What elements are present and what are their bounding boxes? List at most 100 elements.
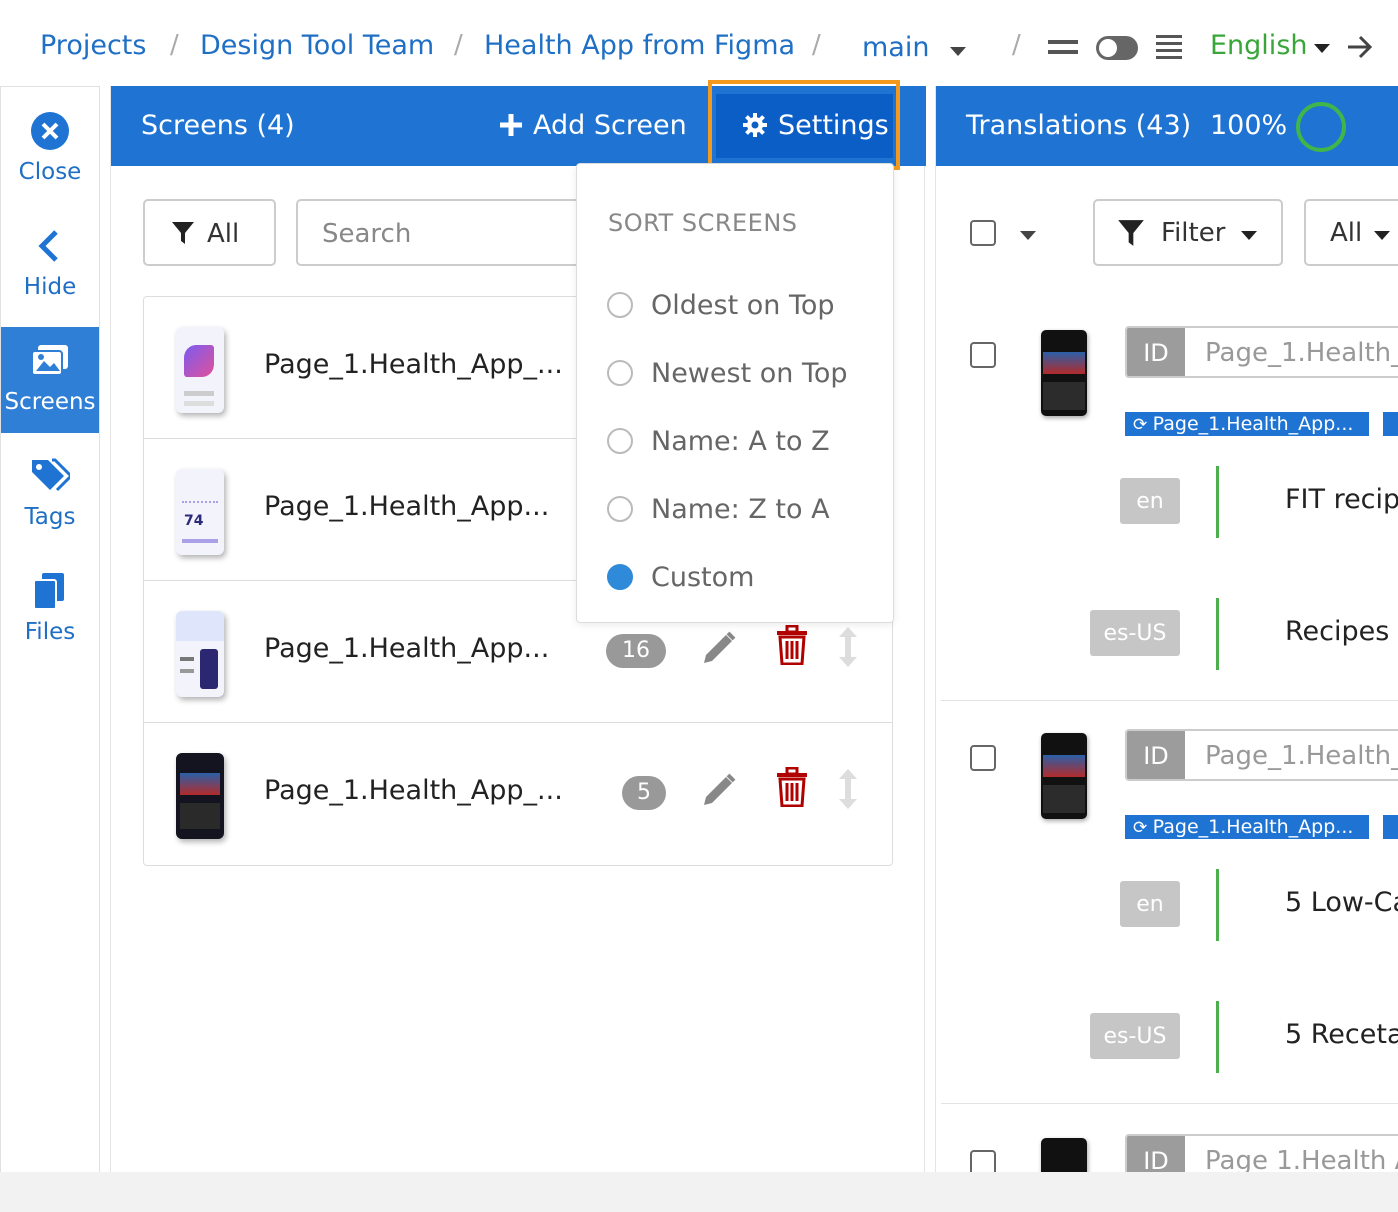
sort-option-name-asc[interactable]: Name: A to Z	[607, 426, 830, 457]
status-bar	[1216, 598, 1219, 670]
tags-icon	[32, 458, 70, 492]
translation-text[interactable]: FIT recipe	[1285, 484, 1398, 515]
radio-button[interactable]	[607, 496, 633, 522]
string-id-field[interactable]: ID Page_1.Health_A	[1125, 326, 1398, 378]
edit-pencil-icon[interactable]	[700, 771, 738, 809]
id-label: ID	[1127, 731, 1185, 779]
id-label: ID	[1127, 328, 1185, 376]
compact-view-icon[interactable]	[1048, 40, 1078, 56]
language-badge: en	[1120, 881, 1180, 927]
filter-dropdown-button[interactable]: Filter	[1093, 199, 1283, 266]
sync-icon: ⟳	[1133, 818, 1153, 838]
sync-icon: ⟳	[1133, 415, 1153, 435]
arrow-right-icon[interactable]	[1346, 34, 1374, 60]
chevron-left-icon	[38, 230, 58, 262]
breadcrumb-project[interactable]: Health App from Figma	[484, 30, 795, 61]
list-view-icon[interactable]	[1156, 35, 1182, 61]
breadcrumb-projects[interactable]: Projects	[40, 30, 146, 61]
screen-name: Page_1.Health_App...	[264, 633, 550, 664]
sort-option-label: Newest on Top	[651, 358, 848, 389]
sort-option-name-desc[interactable]: Name: Z to A	[607, 494, 830, 525]
filter-all-label: All	[207, 219, 240, 249]
entry-checkbox[interactable]	[970, 745, 996, 771]
radio-button[interactable]	[607, 292, 633, 318]
radio-button[interactable]	[607, 360, 633, 386]
scope-dropdown-button[interactable]: All	[1304, 199, 1398, 266]
rail-close-label: Close	[18, 159, 82, 185]
radio-button-selected[interactable]	[607, 564, 633, 590]
translation-text[interactable]: Recipes c	[1285, 616, 1398, 647]
radio-button[interactable]	[607, 428, 633, 454]
screen-thumbnail	[176, 327, 224, 413]
sort-option-oldest[interactable]: Oldest on Top	[607, 290, 835, 321]
translation-entry: ID Page_1.Health_A ⟳ Page_1.Health_App..…	[941, 701, 1398, 1104]
chevron-down-icon	[1374, 231, 1390, 240]
sort-option-custom[interactable]: Custom	[607, 562, 754, 593]
select-all-checkbox[interactable]	[970, 220, 996, 246]
translations-title: Translations (43)	[966, 110, 1192, 141]
sort-option-newest[interactable]: Newest on Top	[607, 358, 848, 389]
settings-label: Settings	[778, 110, 889, 141]
edit-pencil-icon[interactable]	[700, 629, 738, 667]
drag-handle-icon[interactable]	[838, 767, 858, 811]
screen-tag-label: Page_1.Health_App...	[1152, 816, 1354, 838]
trash-icon[interactable]	[776, 625, 808, 665]
screen-name: Page_1.Health_App...	[264, 491, 550, 522]
translation-text[interactable]: 5 Recetas	[1285, 1019, 1398, 1050]
entry-checkbox[interactable]	[970, 342, 996, 368]
filter-icon	[172, 222, 194, 244]
screen-tag[interactable]	[1383, 815, 1398, 839]
window-bottom-edge	[0, 1172, 1398, 1212]
chevron-down-icon[interactable]	[1314, 44, 1330, 53]
rail-close[interactable]: Close	[1, 97, 99, 203]
close-circle-icon	[31, 112, 69, 150]
rail-screens-label: Screens	[4, 389, 96, 415]
breadcrumb-separator: /	[812, 30, 821, 60]
id-label: ID	[1127, 1136, 1185, 1176]
screen-tag[interactable]: ⟳ Page_1.Health_App...	[1125, 815, 1369, 839]
translation-entry: ID Page 1.Health A	[941, 1104, 1398, 1176]
screen-thumbnail	[1041, 330, 1087, 416]
rail-files-label: Files	[24, 619, 76, 645]
chevron-down-icon[interactable]	[1020, 231, 1036, 240]
settings-button[interactable]: Settings	[716, 94, 893, 158]
chevron-down-icon[interactable]	[950, 47, 966, 56]
string-id-field[interactable]: ID Page_1.Health_A	[1125, 729, 1398, 781]
sort-option-label: Name: Z to A	[651, 494, 830, 525]
images-icon	[31, 345, 68, 376]
filter-all-button[interactable]: All	[143, 199, 276, 266]
branch-selector[interactable]: main	[862, 32, 929, 63]
screen-tag[interactable]	[1383, 412, 1398, 436]
screen-row[interactable]: Page_1.Health_App_... 5	[144, 723, 892, 865]
left-rail: Close Hide Screens Tags Files	[0, 86, 100, 1176]
breadcrumb-separator: /	[1012, 30, 1021, 60]
breadcrumb-separator: /	[454, 30, 463, 60]
rail-files[interactable]: Files	[1, 557, 99, 663]
add-screen-button[interactable]: Add Screen	[499, 110, 687, 141]
rail-screens[interactable]: Screens	[1, 327, 99, 433]
gear-icon	[743, 113, 767, 137]
top-bar: Projects / Design Tool Team / Health App…	[0, 0, 1398, 86]
breadcrumb-team[interactable]: Design Tool Team	[200, 30, 434, 61]
progress-percent: 100%	[1210, 110, 1288, 141]
trash-icon[interactable]	[776, 767, 808, 807]
string-id-field[interactable]: ID Page 1.Health A	[1125, 1134, 1398, 1176]
screen-name: Page_1.Health_App_...	[264, 349, 563, 380]
drag-handle-icon[interactable]	[838, 625, 858, 669]
sort-menu-title: SORT SCREENS	[608, 209, 798, 237]
screen-thumbnail	[176, 753, 224, 839]
screen-thumbnail	[176, 611, 224, 697]
language-badge: es-US	[1090, 610, 1180, 656]
search-input[interactable]: Search	[296, 199, 596, 266]
translation-entry: ID Page_1.Health_A ⟳ Page_1.Health_App..…	[941, 298, 1398, 701]
translation-text[interactable]: 5 Low-Ca	[1285, 887, 1398, 918]
toggle-switch[interactable]	[1096, 36, 1138, 60]
rail-tags-label: Tags	[24, 504, 76, 530]
translations-header: Translations (43) 100%	[936, 86, 1398, 166]
screen-tag[interactable]: ⟳ Page_1.Health_App...	[1125, 412, 1369, 436]
rail-tags[interactable]: Tags	[1, 442, 99, 548]
language-selector[interactable]: English	[1210, 30, 1308, 61]
screens-header: Screens (4) Add Screen Settings	[111, 80, 926, 170]
add-screen-label: Add Screen	[533, 110, 687, 141]
rail-hide[interactable]: Hide	[1, 212, 99, 318]
